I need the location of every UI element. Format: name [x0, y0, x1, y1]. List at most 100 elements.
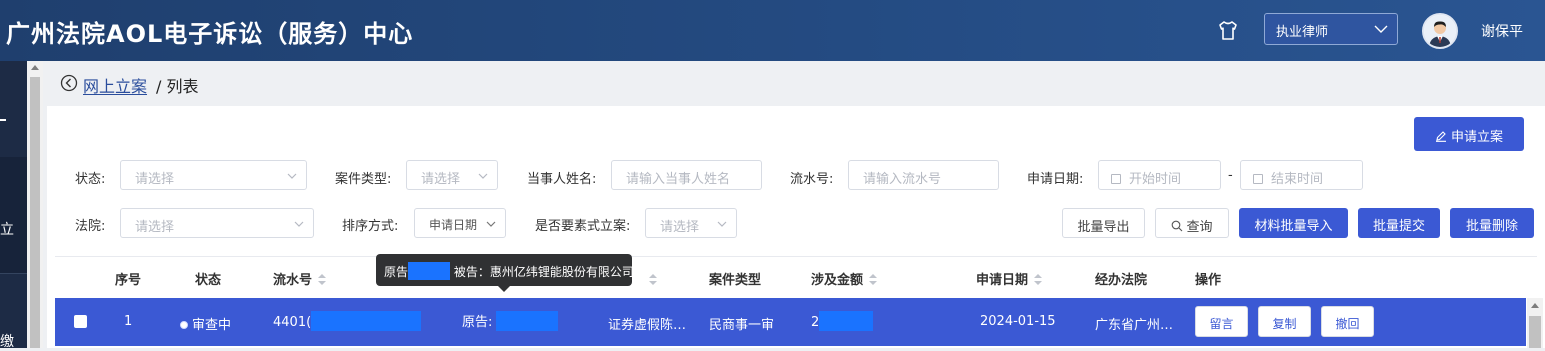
row-status: 审查中 — [180, 314, 231, 333]
calendar-icon — [1111, 174, 1121, 184]
withdraw-button[interactable]: 撤回 — [1321, 306, 1374, 337]
col-serial-label: 流水号 — [273, 273, 313, 288]
row-parties[interactable]: 原告: — [462, 311, 559, 331]
breadcrumb-link[interactable]: 网上立案 — [83, 73, 147, 97]
sort-icon[interactable] — [1034, 274, 1043, 286]
import-materials-button[interactable]: 材料批量导入 — [1239, 208, 1348, 238]
redaction-mask — [819, 311, 874, 331]
apply-case-label: 申请立案 — [1450, 130, 1503, 145]
status-placeholder: 请选择 — [135, 172, 175, 187]
role-select-value: 执业律师 — [1276, 25, 1329, 40]
table-scrollbar[interactable] — [1527, 298, 1543, 348]
scrollbar-thumb[interactable] — [1529, 316, 1541, 348]
sort-icon[interactable] — [869, 274, 878, 286]
sort-select[interactable]: 申请日期 — [414, 208, 506, 238]
nav-item-marker — [0, 119, 6, 121]
table-row[interactable]: 1 审查中 4401( 原告: 证券虚假陈… 民商事一审 2 2024-01-1… — [55, 298, 1526, 346]
sort-icon[interactable] — [649, 274, 657, 286]
col-apply-date-label: 申请日期 — [976, 273, 1029, 288]
table-header: 序号 状态 流水号 案件类型 涉及金额 申请日期 经办法院 操作 — [55, 256, 1537, 298]
status-label: 状态: — [75, 172, 106, 187]
batch-export-button[interactable]: 批量导出 — [1062, 208, 1145, 238]
chevron-down-icon — [486, 221, 496, 227]
serial-input[interactable]: 请输入流水号 — [848, 160, 999, 190]
nav-item-label[interactable]: 缴 — [0, 331, 14, 351]
row-cause: 证券虚假陈… — [608, 318, 687, 333]
tooltip-plaintiff: 原告 — [384, 265, 409, 279]
court-select[interactable]: 请选择 — [120, 208, 314, 238]
col-amount-label: 涉及金额 — [811, 273, 864, 288]
nav-item-label[interactable]: 立 — [0, 219, 14, 239]
col-amount[interactable]: 涉及金额 — [811, 269, 878, 288]
case-type-select[interactable]: 请选择 — [406, 160, 498, 190]
batch-submit-label: 批量提交 — [1372, 219, 1425, 234]
col-apply-date[interactable]: 申请日期 — [976, 269, 1043, 288]
avatar[interactable] — [1422, 13, 1458, 49]
batch-submit-button[interactable]: 批量提交 — [1358, 208, 1440, 238]
row-amount-text: 2 — [811, 315, 820, 330]
serial-placeholder: 请输入流水号 — [863, 172, 942, 187]
status-select[interactable]: 请选择 — [120, 160, 307, 190]
search-icon — [1172, 220, 1183, 232]
start-date-placeholder: 开始时间 — [1129, 172, 1182, 187]
row-court: 广东省广州… — [1095, 318, 1174, 333]
breadcrumb-current: / 列表 — [156, 77, 199, 96]
batch-delete-label: 批量删除 — [1465, 219, 1518, 234]
party-name-label: 当事人姓名: — [527, 172, 597, 187]
start-date-input[interactable]: 开始时间 — [1098, 160, 1221, 190]
col-case-type: 案件类型 — [709, 273, 762, 288]
end-date-placeholder: 结束时间 — [1271, 172, 1324, 187]
apply-case-button[interactable]: 申请立案 — [1414, 117, 1524, 151]
redaction-mask — [311, 311, 422, 331]
sort-value: 申请日期 — [429, 218, 478, 232]
row-index: 1 — [124, 314, 133, 329]
col-court: 经办法院 — [1095, 273, 1148, 288]
row-amount: 2 — [811, 311, 874, 331]
batch-export-label: 批量导出 — [1077, 220, 1130, 235]
tooltip-defendant: 被告：惠州亿纬锂能股份有限公司 — [453, 265, 634, 279]
row-status-label: 审查中 — [192, 318, 232, 333]
case-type-placeholder: 请选择 — [421, 172, 461, 187]
col-ops: 操作 — [1195, 273, 1222, 288]
end-date-input[interactable]: 结束时间 — [1240, 160, 1363, 190]
row-serial[interactable]: 4401( — [273, 311, 422, 331]
parties-tooltip: 原告 被告：惠州亿纬锂能股份有限公司 — [376, 254, 634, 292]
query-button[interactable]: 查询 — [1155, 208, 1229, 238]
nav-divider — [0, 273, 27, 274]
col-serial[interactable]: 流水号 — [273, 269, 327, 288]
scroll-up-arrow-icon[interactable] — [1531, 303, 1539, 308]
row-date: 2024-01-15 — [980, 314, 1056, 329]
back-circle-icon[interactable] — [60, 74, 78, 92]
serial-label: 流水号: — [790, 172, 834, 187]
party-name-input[interactable]: 请输入当事人姓名 — [611, 160, 762, 190]
elements-label: 是否要素式立案: — [535, 219, 631, 234]
row-checkbox[interactable] — [74, 315, 87, 328]
shirt-icon[interactable] — [1216, 19, 1240, 43]
col-status: 状态 — [195, 273, 222, 288]
elements-placeholder: 请选择 — [660, 220, 700, 235]
row-serial-text: 4401( — [273, 315, 312, 330]
col-index: 序号 — [115, 273, 142, 288]
user-name[interactable]: 谢保平 — [1481, 21, 1523, 41]
scroll-up-arrow-icon[interactable] — [31, 65, 39, 70]
user-avatar-icon — [1424, 15, 1456, 47]
scrollbar-thumb[interactable] — [30, 77, 40, 348]
party-name-placeholder: 请输入当事人姓名 — [626, 172, 731, 187]
nav-item-active[interactable] — [0, 157, 27, 273]
role-select[interactable]: 执业律师 — [1264, 13, 1398, 45]
chevron-down-icon — [1374, 25, 1388, 33]
top-header: 广州法院AOL电子诉讼（服务）中心 执业律师 谢保平 — [0, 0, 1545, 61]
breadcrumb: 网上立案 / 列表 — [43, 61, 1545, 106]
elements-select[interactable]: 请选择 — [645, 208, 737, 238]
row-parties-text: 原告: — [462, 315, 493, 330]
batch-delete-button[interactable]: 批量删除 — [1450, 208, 1534, 238]
copy-button[interactable]: 复制 — [1258, 306, 1311, 337]
redaction-mask — [496, 311, 559, 331]
nav-scrollbar[interactable] — [27, 61, 43, 348]
message-button[interactable]: 留言 — [1195, 306, 1248, 337]
sort-label: 排序方式: — [342, 219, 399, 234]
col-hidden-sort[interactable] — [643, 273, 657, 288]
chevron-down-icon — [478, 173, 488, 179]
status-dot-icon — [180, 321, 188, 329]
sort-icon[interactable] — [318, 274, 327, 286]
